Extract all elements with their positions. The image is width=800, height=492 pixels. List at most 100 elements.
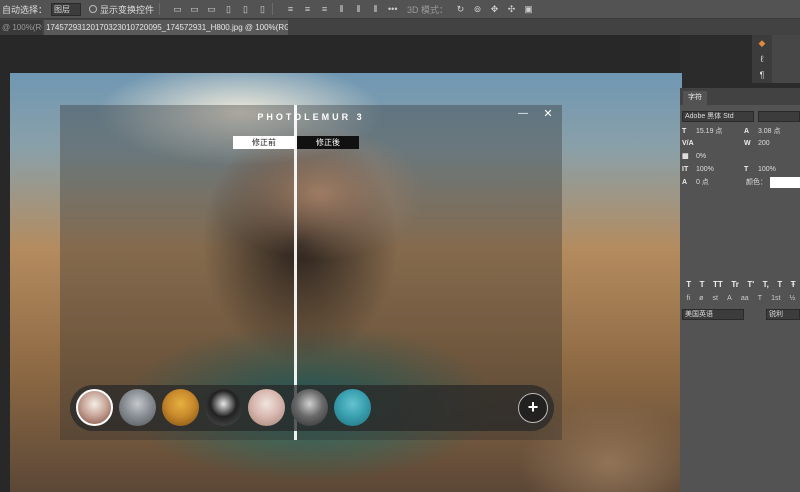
character-panel: 字符 Adobe 黑体 Std T 15.19 点 A 3.08 点 V/A W… (680, 88, 800, 492)
font-size-icon: T (682, 128, 687, 135)
thumb-grey-landscape[interactable] (119, 389, 156, 426)
distribute-center-icon[interactable]: ⦀ (354, 4, 363, 14)
tab-active-document[interactable]: 174572931201703230107200​95_174572931_H8… (44, 20, 288, 35)
photoshop-window: 自动选择： 图层 显示变换控件 ▭ ▭ ▭ ▯ ▯ ▯ ≡ ≡ ≡ ⦀ ⦀ ⦀ … (0, 0, 800, 492)
opentype-button-4[interactable]: aa (741, 295, 749, 305)
distribute-middle-icon[interactable]: ≡ (303, 4, 312, 14)
align-top-icon[interactable]: ▭ (173, 4, 182, 14)
more-options-icon[interactable]: ••• (388, 4, 397, 14)
opentype-button-1[interactable]: ø (699, 295, 703, 305)
color-label: 颜色： (746, 179, 767, 186)
opentype-button-3[interactable]: A (727, 295, 732, 305)
distribute-bottom-icon[interactable]: ≡ (320, 4, 329, 14)
vertical-scale-row: IT 100% (682, 164, 714, 175)
antialias-dropdown[interactable]: 锐利 (766, 309, 800, 320)
tsume-icon: ▦ (682, 153, 689, 160)
baseline-shift-field[interactable]: 0 点 (694, 178, 709, 188)
thumb-bw-portrait[interactable] (291, 389, 328, 426)
document-tabs: @ 100%(RGB/8#) 174572931201703230107200​… (0, 19, 800, 35)
tab-character[interactable]: 字符 (683, 91, 707, 105)
tab-label: @ 100%(RGB/8#) (2, 23, 42, 32)
tab-label: 174572931201703230107200​95_174572931_H8… (46, 23, 288, 32)
options-bar: 自动选择： 图层 显示变换控件 ▭ ▭ ▭ ▯ ▯ ▯ ≡ ≡ ≡ ⦀ ⦀ ⦀ … (0, 0, 800, 19)
tracking-row: W 200 (744, 138, 770, 149)
plus-icon[interactable]: + (518, 393, 548, 423)
thumb-couple-bw[interactable] (205, 389, 242, 426)
pan-3d-icon[interactable]: ✥ (490, 4, 499, 14)
tab-previous-document[interactable]: @ 100%(RGB/8#) (0, 20, 42, 35)
horizontal-scale-field[interactable]: 100% (756, 165, 776, 175)
tsume-field[interactable]: 0% (694, 152, 706, 162)
type-style-buttons: T T TT Tr T' T, T Ŧ (682, 280, 800, 290)
close-icon[interactable]: ✕ (542, 108, 554, 120)
baseline-row: A 0 点 (682, 177, 709, 188)
language-dropdown[interactable]: 美国英语 (682, 309, 744, 320)
align-center-icon[interactable]: ▯ (241, 4, 250, 14)
history-icon[interactable]: ℓ (752, 51, 772, 67)
threed-mode-label: 3D 模式： (407, 4, 449, 15)
cube-icon[interactable]: ◆ (752, 35, 772, 51)
opentype-button-5[interactable]: T (758, 295, 762, 305)
toolbar-separator (159, 3, 161, 15)
photolemur-window: PHOTOLEMUR 3 — ✕ 修正前 修正後 + (60, 105, 562, 440)
font-style-dropdown[interactable] (758, 111, 800, 122)
align-bottom-icon[interactable]: ▭ (207, 4, 216, 14)
opentype-button-6[interactable]: 1st (771, 295, 780, 305)
roll-3d-icon[interactable]: ⊚ (473, 4, 482, 14)
horizontal-scale-icon: T (744, 166, 749, 173)
opentype-button-2[interactable]: st (713, 295, 718, 305)
align-left-icon[interactable]: ▯ (224, 4, 233, 14)
opentype-button-0[interactable]: fi (687, 295, 691, 305)
tsume-row: ▦ 0% (682, 151, 706, 162)
text-color-swatch[interactable] (770, 177, 800, 188)
thumb-autumn-leaves[interactable] (162, 389, 199, 426)
auto-select-dropdown[interactable]: 图层 (51, 2, 82, 16)
type-style-button-1[interactable]: T (700, 280, 705, 290)
type-style-button-4[interactable]: T' (747, 280, 754, 290)
align-middle-icon[interactable]: ▭ (190, 4, 199, 14)
color-row: 颜色： (744, 177, 767, 188)
before-label: 修正前 (233, 136, 295, 149)
type-style-button-3[interactable]: Tr (731, 280, 739, 290)
font-family-dropdown[interactable]: Adobe 黑体 Std (682, 111, 754, 122)
type-style-button-5[interactable]: T, (763, 280, 769, 290)
after-label: 修正後 (297, 136, 359, 149)
vertical-scale-field[interactable]: 100% (694, 165, 714, 175)
tracking-icon: W (744, 140, 751, 147)
thumb-portrait-girl[interactable] (76, 389, 113, 426)
leading-row: A 3.08 点 (744, 126, 781, 137)
type-style-button-7[interactable]: Ŧ (791, 280, 796, 290)
photolemur-title: PHOTOLEMUR 3 (257, 112, 365, 122)
font-size-row: T 15.19 点 (682, 126, 722, 137)
rotate-3d-icon[interactable]: ↻ (456, 4, 465, 14)
distribute-top-icon[interactable]: ≡ (286, 4, 295, 14)
show-transform-label: 显示变换控件 (100, 4, 155, 15)
horizontal-scale-row: T 100% (744, 164, 776, 175)
baseline-shift-icon: A (682, 179, 688, 186)
leading-field[interactable]: 3.08 点 (756, 127, 781, 137)
distribute-left-icon[interactable]: ⦀ (337, 4, 346, 14)
opentype-buttons: fi ø st Aaa T 1st ½ (682, 295, 800, 305)
thumb-beach-pink[interactable] (248, 389, 285, 426)
vertical-scale-icon: IT (682, 166, 689, 173)
panel-header: 字符 (680, 88, 800, 105)
paragraph-icon[interactable]: ¶ (752, 67, 772, 83)
align-right-icon[interactable]: ▯ (258, 4, 267, 14)
scale-3d-icon[interactable]: ▣ (524, 4, 533, 14)
toolbar-separator (272, 3, 274, 15)
type-style-button-0[interactable]: T (686, 280, 691, 290)
thumbnail-strip: + (70, 385, 554, 431)
opentype-button-7[interactable]: ½ (790, 295, 796, 305)
type-style-button-2[interactable]: TT (713, 280, 723, 290)
thumb-dandelion-teal[interactable] (334, 389, 371, 426)
show-transform-checkbox[interactable] (89, 5, 98, 13)
kerning-icon: V/A (682, 140, 694, 147)
kerning-row: V/A (682, 138, 694, 149)
tools-panel-edge (772, 35, 800, 83)
slide-3d-icon[interactable]: ✣ (507, 4, 516, 14)
tracking-field[interactable]: 200 (756, 139, 770, 149)
type-style-button-6[interactable]: T (777, 280, 782, 290)
distribute-right-icon[interactable]: ⦀ (371, 4, 380, 14)
minimize-icon[interactable]: — (518, 109, 528, 121)
font-size-field[interactable]: 15.19 点 (694, 127, 722, 137)
